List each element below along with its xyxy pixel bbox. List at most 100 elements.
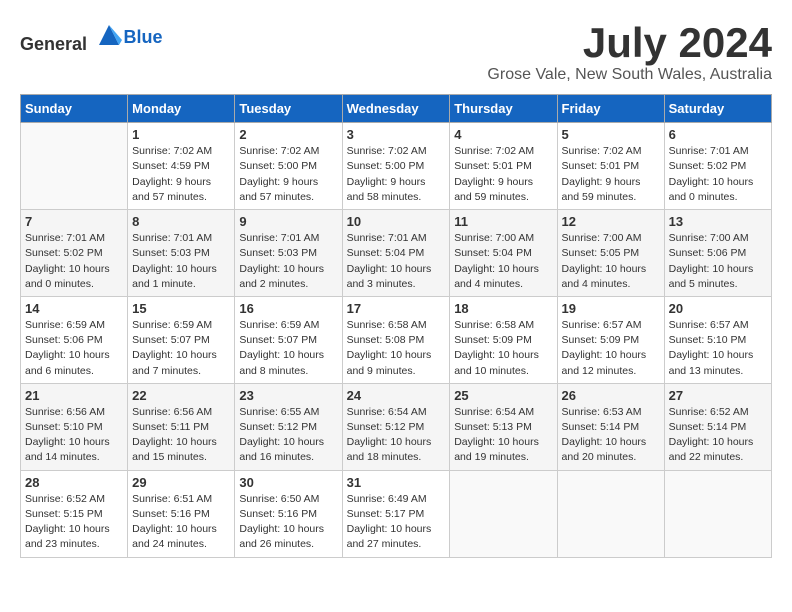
day-header-saturday: Saturday bbox=[664, 95, 771, 123]
day-number: 1 bbox=[132, 127, 230, 142]
calendar-cell: 25 Sunrise: 6:54 AMSunset: 5:13 PMDayligh… bbox=[450, 383, 557, 470]
calendar-cell: 12 Sunrise: 7:00 AMSunset: 5:05 PMDayligh… bbox=[557, 210, 664, 297]
calendar-cell: 19 Sunrise: 6:57 AMSunset: 5:09 PMDayligh… bbox=[557, 296, 664, 383]
day-number: 26 bbox=[562, 388, 660, 403]
day-number: 10 bbox=[347, 214, 446, 229]
calendar-cell: 23Sunrise: 6:55 AMSunset: 5:12 PMDayligh… bbox=[235, 383, 342, 470]
day-number: 15 bbox=[132, 301, 230, 316]
calendar-cell: 3 Sunrise: 7:02 AMSunset: 5:00 PMDaylight… bbox=[342, 123, 450, 210]
day-number: 6 bbox=[669, 127, 767, 142]
week-row-4: 28 Sunrise: 6:52 AMSunset: 5:15 PMDayligh… bbox=[21, 470, 772, 557]
calendar-table: SundayMondayTuesdayWednesdayThursdayFrid… bbox=[20, 94, 772, 557]
week-row-0: 1Sunrise: 7:02 AMSunset: 4:59 PMDaylight… bbox=[21, 123, 772, 210]
day-info: Sunrise: 6:59 AMSunset: 5:06 PMDaylight:… bbox=[25, 318, 123, 379]
day-info: Sunrise: 6:58 AMSunset: 5:09 PMDaylight:… bbox=[454, 318, 552, 379]
day-header-sunday: Sunday bbox=[21, 95, 128, 123]
day-info: Sunrise: 7:01 AMSunset: 5:02 PMDaylight:… bbox=[669, 144, 767, 205]
day-number: 22 bbox=[132, 388, 230, 403]
day-header-friday: Friday bbox=[557, 95, 664, 123]
calendar-cell: 14Sunrise: 6:59 AMSunset: 5:06 PMDayligh… bbox=[21, 296, 128, 383]
day-info: Sunrise: 7:02 AMSunset: 5:00 PMDaylight:… bbox=[239, 144, 337, 205]
day-info: Sunrise: 7:02 AMSunset: 5:00 PMDaylight:… bbox=[347, 144, 446, 205]
logo: General Blue bbox=[20, 20, 163, 55]
header-row: SundayMondayTuesdayWednesdayThursdayFrid… bbox=[21, 95, 772, 123]
title-block: July 2024 Grose Vale, New South Wales, A… bbox=[487, 20, 772, 84]
calendar-cell: 31 Sunrise: 6:49 AMSunset: 5:17 PMDayligh… bbox=[342, 470, 450, 557]
calendar-cell: 9Sunrise: 7:01 AMSunset: 5:03 PMDaylight… bbox=[235, 210, 342, 297]
day-number: 4 bbox=[454, 127, 552, 142]
day-number: 28 bbox=[25, 475, 123, 490]
day-number: 18 bbox=[454, 301, 552, 316]
calendar-cell: 30Sunrise: 6:50 AMSunset: 5:16 PMDayligh… bbox=[235, 470, 342, 557]
day-number: 24 bbox=[347, 388, 446, 403]
calendar-cell: 28 Sunrise: 6:52 AMSunset: 5:15 PMDayligh… bbox=[21, 470, 128, 557]
day-number: 11 bbox=[454, 214, 552, 229]
calendar-cell bbox=[450, 470, 557, 557]
calendar-cell: 29 Sunrise: 6:51 AMSunset: 5:16 PMDayligh… bbox=[128, 470, 235, 557]
day-info: Sunrise: 6:49 AMSunset: 5:17 PMDaylight:… bbox=[347, 492, 446, 553]
day-number: 31 bbox=[347, 475, 446, 490]
day-info: Sunrise: 7:01 AMSunset: 5:02 PMDaylight:… bbox=[25, 231, 123, 292]
calendar-cell: 24 Sunrise: 6:54 AMSunset: 5:12 PMDayligh… bbox=[342, 383, 450, 470]
week-row-2: 14Sunrise: 6:59 AMSunset: 5:06 PMDayligh… bbox=[21, 296, 772, 383]
calendar-cell bbox=[21, 123, 128, 210]
day-info: Sunrise: 6:54 AMSunset: 5:12 PMDaylight:… bbox=[347, 405, 446, 466]
calendar-cell: 20Sunrise: 6:57 AMSunset: 5:10 PMDayligh… bbox=[664, 296, 771, 383]
day-info: Sunrise: 6:51 AMSunset: 5:16 PMDaylight:… bbox=[132, 492, 230, 553]
calendar-cell: 21Sunrise: 6:56 AMSunset: 5:10 PMDayligh… bbox=[21, 383, 128, 470]
month-title: July 2024 bbox=[487, 20, 772, 66]
day-info: Sunrise: 6:56 AMSunset: 5:10 PMDaylight:… bbox=[25, 405, 123, 466]
day-info: Sunrise: 7:01 AMSunset: 5:03 PMDaylight:… bbox=[132, 231, 230, 292]
day-header-tuesday: Tuesday bbox=[235, 95, 342, 123]
day-number: 8 bbox=[132, 214, 230, 229]
day-info: Sunrise: 6:50 AMSunset: 5:16 PMDaylight:… bbox=[239, 492, 337, 553]
day-number: 17 bbox=[347, 301, 446, 316]
day-number: 13 bbox=[669, 214, 767, 229]
calendar-cell: 6 Sunrise: 7:01 AMSunset: 5:02 PMDaylight… bbox=[664, 123, 771, 210]
day-number: 29 bbox=[132, 475, 230, 490]
calendar-cell: 18 Sunrise: 6:58 AMSunset: 5:09 PMDayligh… bbox=[450, 296, 557, 383]
calendar-cell: 2 Sunrise: 7:02 AMSunset: 5:00 PMDaylight… bbox=[235, 123, 342, 210]
calendar-cell: 11 Sunrise: 7:00 AMSunset: 5:04 PMDayligh… bbox=[450, 210, 557, 297]
day-number: 12 bbox=[562, 214, 660, 229]
day-info: Sunrise: 7:01 AMSunset: 5:03 PMDaylight:… bbox=[239, 231, 337, 292]
day-number: 7 bbox=[25, 214, 123, 229]
day-number: 5 bbox=[562, 127, 660, 142]
day-number: 2 bbox=[239, 127, 337, 142]
day-info: Sunrise: 6:56 AMSunset: 5:11 PMDaylight:… bbox=[132, 405, 230, 466]
day-info: Sunrise: 7:00 AMSunset: 5:04 PMDaylight:… bbox=[454, 231, 552, 292]
day-info: Sunrise: 7:00 AMSunset: 5:05 PMDaylight:… bbox=[562, 231, 660, 292]
calendar-cell: 10 Sunrise: 7:01 AMSunset: 5:04 PMDayligh… bbox=[342, 210, 450, 297]
calendar-cell: 7 Sunrise: 7:01 AMSunset: 5:02 PMDaylight… bbox=[21, 210, 128, 297]
day-info: Sunrise: 6:55 AMSunset: 5:12 PMDaylight:… bbox=[239, 405, 337, 466]
day-info: Sunrise: 6:54 AMSunset: 5:13 PMDaylight:… bbox=[454, 405, 552, 466]
day-number: 25 bbox=[454, 388, 552, 403]
calendar-cell: 8 Sunrise: 7:01 AMSunset: 5:03 PMDaylight… bbox=[128, 210, 235, 297]
page-header: General Blue July 2024 Grose Vale, New S… bbox=[20, 20, 772, 84]
day-info: Sunrise: 7:02 AMSunset: 5:01 PMDaylight:… bbox=[562, 144, 660, 205]
logo-blue: Blue bbox=[124, 27, 163, 47]
logo-general: General bbox=[20, 34, 87, 54]
calendar-cell: 15Sunrise: 6:59 AMSunset: 5:07 PMDayligh… bbox=[128, 296, 235, 383]
calendar-cell: 26 Sunrise: 6:53 AMSunset: 5:14 PMDayligh… bbox=[557, 383, 664, 470]
day-info: Sunrise: 6:57 AMSunset: 5:10 PMDaylight:… bbox=[669, 318, 767, 379]
calendar-cell bbox=[557, 470, 664, 557]
day-info: Sunrise: 7:01 AMSunset: 5:04 PMDaylight:… bbox=[347, 231, 446, 292]
day-info: Sunrise: 6:58 AMSunset: 5:08 PMDaylight:… bbox=[347, 318, 446, 379]
location-title: Grose Vale, New South Wales, Australia bbox=[487, 66, 772, 84]
day-header-wednesday: Wednesday bbox=[342, 95, 450, 123]
day-info: Sunrise: 6:57 AMSunset: 5:09 PMDaylight:… bbox=[562, 318, 660, 379]
week-row-3: 21Sunrise: 6:56 AMSunset: 5:10 PMDayligh… bbox=[21, 383, 772, 470]
day-info: Sunrise: 6:52 AMSunset: 5:14 PMDaylight:… bbox=[669, 405, 767, 466]
day-info: Sunrise: 7:02 AMSunset: 5:01 PMDaylight:… bbox=[454, 144, 552, 205]
day-number: 19 bbox=[562, 301, 660, 316]
calendar-cell: 16Sunrise: 6:59 AMSunset: 5:07 PMDayligh… bbox=[235, 296, 342, 383]
day-info: Sunrise: 6:52 AMSunset: 5:15 PMDaylight:… bbox=[25, 492, 123, 553]
day-info: Sunrise: 6:53 AMSunset: 5:14 PMDaylight:… bbox=[562, 405, 660, 466]
calendar-cell: 1Sunrise: 7:02 AMSunset: 4:59 PMDaylight… bbox=[128, 123, 235, 210]
day-number: 3 bbox=[347, 127, 446, 142]
day-header-monday: Monday bbox=[128, 95, 235, 123]
day-header-thursday: Thursday bbox=[450, 95, 557, 123]
calendar-cell: 27Sunrise: 6:52 AMSunset: 5:14 PMDayligh… bbox=[664, 383, 771, 470]
day-number: 16 bbox=[239, 301, 337, 316]
